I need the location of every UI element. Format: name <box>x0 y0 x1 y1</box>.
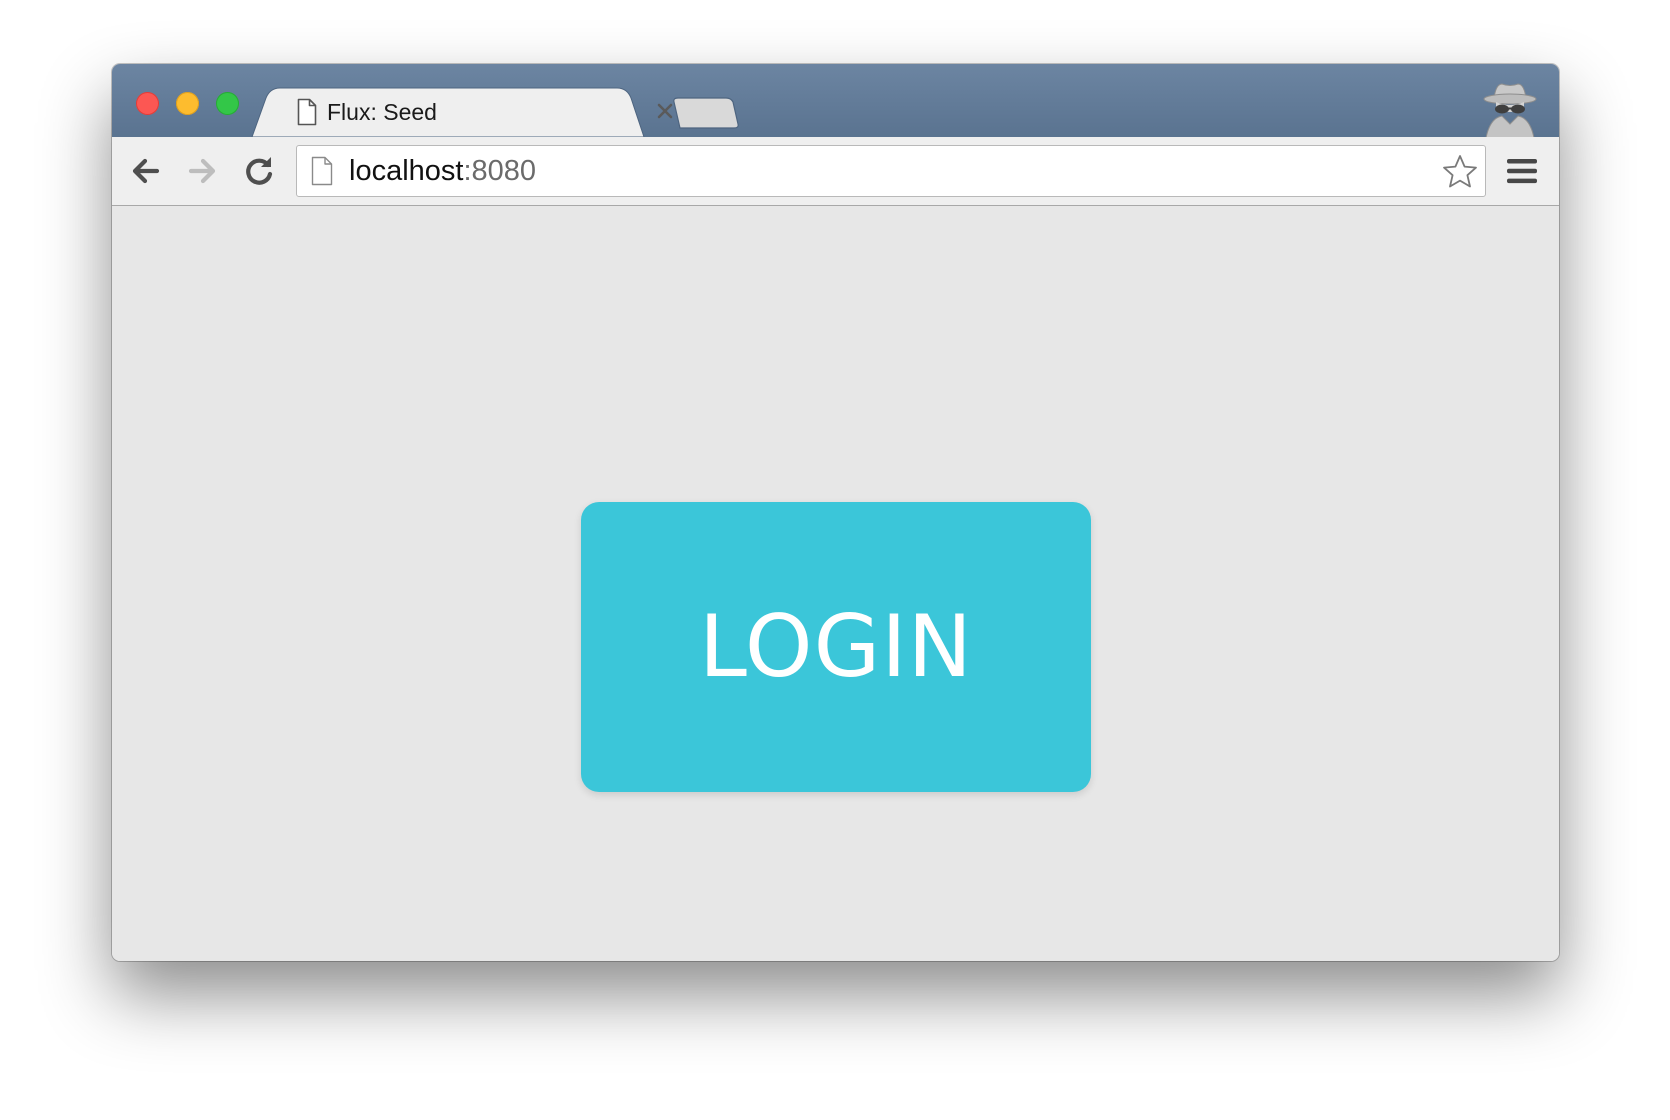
page-viewport: LOGIN <box>112 206 1559 961</box>
tab-title: Flux: Seed <box>327 98 437 125</box>
url-host: localhost <box>349 154 464 187</box>
page-icon <box>311 156 333 186</box>
browser-toolbar: localhost:8080 <box>112 137 1559 206</box>
url-port: :8080 <box>463 154 537 187</box>
tab-flux-seed[interactable]: Flux: Seed <box>294 88 678 136</box>
login-button[interactable]: LOGIN <box>581 502 1091 792</box>
arrow-left-icon[interactable] <box>126 151 166 191</box>
tab-strip: Flux: Seed <box>112 64 1559 138</box>
page-icon <box>297 98 317 126</box>
new-tab-icon[interactable] <box>672 96 740 130</box>
star-icon[interactable] <box>1441 153 1479 191</box>
reload-icon[interactable] <box>239 151 279 191</box>
incognito-icon[interactable] <box>1474 78 1546 138</box>
browser-window: Flux: Seed localhost:8080 LOGIN <box>112 64 1559 961</box>
hamburger-menu-icon[interactable] <box>1505 156 1539 186</box>
address-bar[interactable]: localhost:8080 <box>296 145 1486 197</box>
url-text[interactable]: localhost:8080 <box>349 155 536 188</box>
arrow-right-icon[interactable] <box>182 151 222 191</box>
